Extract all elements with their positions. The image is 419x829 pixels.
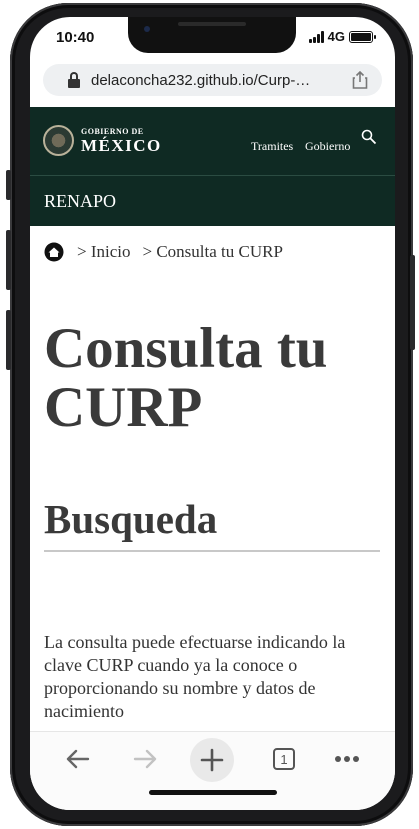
new-tab-button[interactable]	[190, 738, 234, 782]
nav-link-gobierno[interactable]: Gobierno	[305, 139, 350, 154]
home-icon[interactable]	[43, 242, 65, 262]
back-button[interactable]	[58, 744, 98, 774]
network-type: 4G	[327, 29, 345, 44]
volume-down-button	[6, 310, 11, 370]
tabs-icon: 1	[273, 748, 295, 770]
section-title-renapo[interactable]: RENAPO	[44, 191, 116, 212]
plus-icon	[200, 748, 224, 772]
breadcrumb-consulta: > Consulta tu CURP	[142, 242, 283, 261]
more-menu-button[interactable]	[327, 744, 367, 774]
earpiece-speaker	[178, 22, 246, 26]
search-icon[interactable]	[361, 129, 377, 145]
section-bar: RENAPO	[30, 176, 395, 226]
mexico-seal-logo[interactable]	[43, 125, 74, 156]
brand-small-text: GOBIERNO DE	[81, 127, 144, 136]
power-button	[410, 255, 415, 350]
mute-switch	[6, 170, 11, 200]
status-indicators: 4G	[308, 29, 376, 44]
share-icon[interactable]	[352, 71, 368, 89]
phone-screen: 10:40 4G delaconcha232.github.io/Curp-… …	[30, 17, 395, 810]
section-heading: Busqueda	[44, 496, 218, 542]
breadcrumb-inicio[interactable]: > Inicio	[77, 242, 131, 262]
url-text[interactable]: delaconcha232.github.io/Curp-…	[91, 72, 326, 89]
tabs-button[interactable]: 1	[264, 744, 304, 774]
home-indicator[interactable]	[149, 790, 277, 795]
nav-link-tramites[interactable]: Tramites	[251, 139, 293, 154]
front-camera	[144, 26, 150, 32]
forward-arrow-icon	[133, 749, 157, 769]
back-arrow-icon	[66, 749, 90, 769]
browser-toolbar: 1	[30, 731, 395, 810]
battery-icon	[349, 30, 376, 43]
more-icon	[335, 756, 359, 762]
divider	[44, 550, 380, 552]
description-text: La consulta puede efectuarse indicando l…	[44, 632, 346, 721]
volume-up-button	[6, 230, 11, 290]
notch	[128, 17, 296, 53]
breadcrumb: > Inicio > Consulta tu CURP	[43, 242, 295, 262]
signal-icon	[308, 30, 324, 43]
gov-header: GOBIERNO DE MÉXICO Tramites Gobierno	[30, 107, 395, 176]
address-bar[interactable]: delaconcha232.github.io/Curp-…	[43, 64, 382, 96]
lock-icon	[67, 72, 81, 88]
page-title: Consulta tu CURP	[44, 317, 328, 439]
brand-big-text[interactable]: MÉXICO	[81, 136, 162, 156]
status-time: 10:40	[56, 29, 95, 46]
forward-button[interactable]	[125, 744, 165, 774]
